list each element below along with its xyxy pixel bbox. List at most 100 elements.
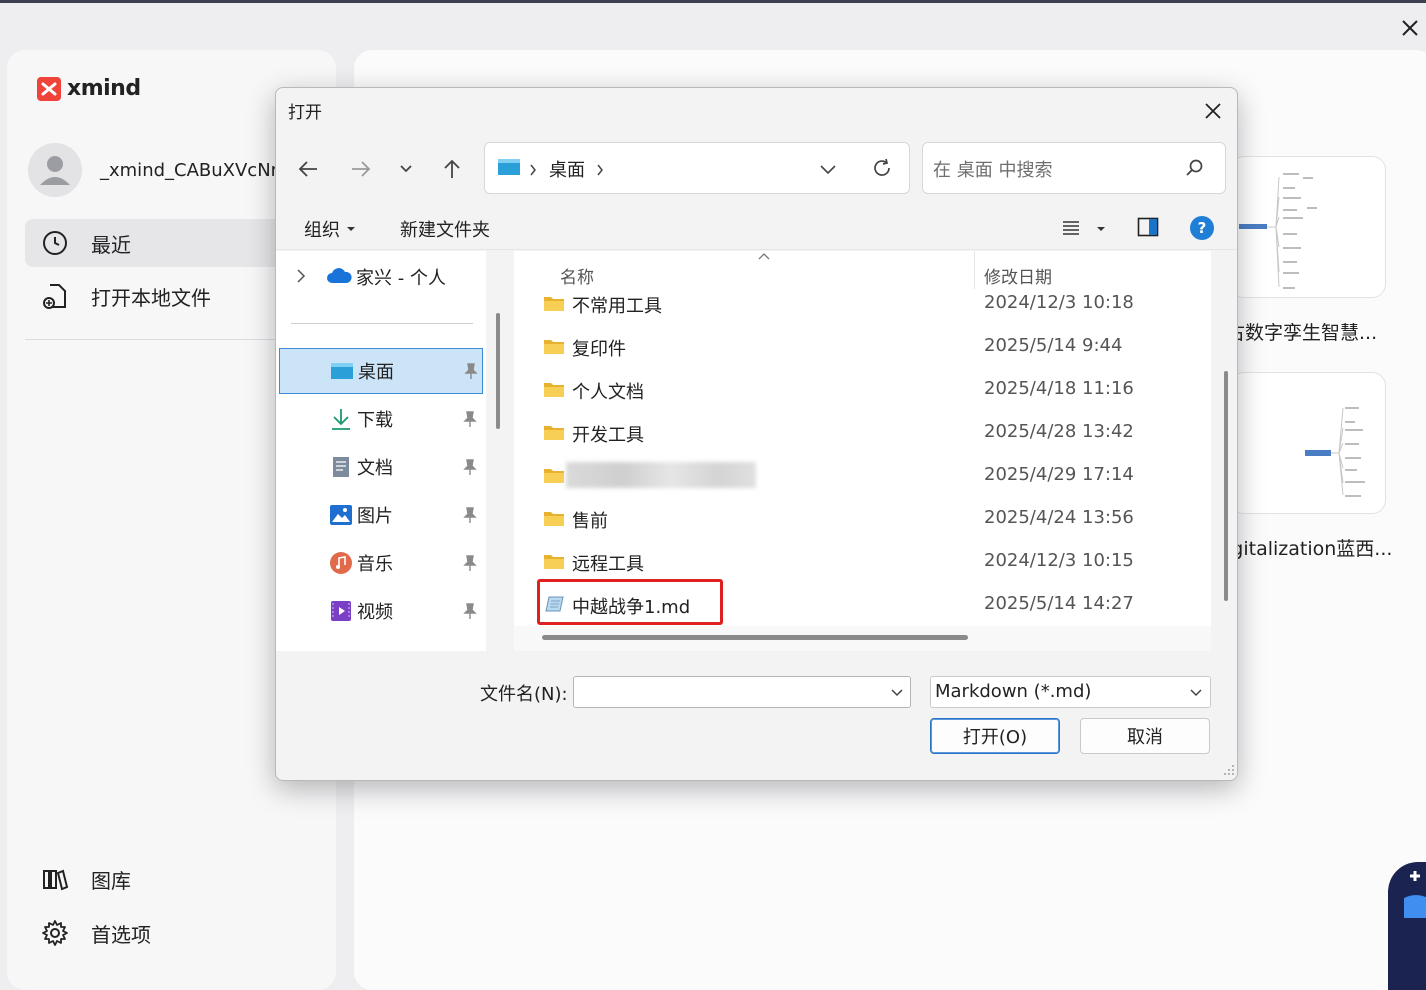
file-name: 远程工具 (572, 554, 644, 575)
nav-item-music[interactable]: 音乐 (279, 540, 483, 586)
caret-down-icon (347, 227, 355, 231)
username: _xmind_CABuXVcNr (100, 159, 279, 181)
preview-pane-icon[interactable] (1137, 217, 1159, 237)
open-file-icon (43, 284, 66, 309)
address-dropdown-icon[interactable] (819, 161, 837, 177)
xmind-logo-icon (37, 76, 61, 101)
command-bar: 组织 新建文件夹 ? (276, 206, 1237, 250)
recent-card-2[interactable] (1230, 372, 1386, 514)
file-modified-date: 2025/4/18 11:16 (984, 378, 1134, 399)
help-icon[interactable]: ? (1189, 215, 1215, 241)
breadcrumb-desktop[interactable]: 桌面 (549, 156, 585, 182)
filename-field[interactable] (578, 677, 878, 705)
sort-ascending-icon (758, 253, 770, 260)
file-modified-date: 2025/5/14 14:27 (984, 593, 1134, 614)
nav-item-documents[interactable]: 文档 (279, 444, 483, 490)
navigation-pane: 家兴 - 个人 桌面 下载 文档 图片 音乐 视频 (276, 251, 486, 651)
file-list-scrollbar[interactable] (1224, 371, 1228, 601)
back-button[interactable] (293, 154, 323, 184)
pin-icon[interactable] (464, 362, 478, 380)
chevron-down-icon[interactable] (890, 688, 904, 698)
file-name: 不常用工具 (572, 296, 662, 317)
recent-card-1[interactable] (1230, 156, 1386, 298)
folder-icon (544, 297, 564, 311)
nav-item-label: 视频 (357, 602, 393, 623)
redacted-name (566, 462, 756, 488)
refresh-icon[interactable] (871, 157, 893, 179)
nav-pane-scrollbar[interactable] (496, 313, 500, 429)
pin-icon[interactable] (463, 410, 477, 428)
new-folder-button[interactable]: 新建文件夹 (400, 216, 490, 242)
search-icon[interactable] (1185, 158, 1205, 178)
recent-locations-button[interactable] (391, 154, 421, 184)
filename-input[interactable] (573, 676, 911, 708)
assistant-avatar[interactable] (1388, 862, 1426, 990)
dialog-close-icon[interactable] (1200, 98, 1226, 124)
pictures-icon (330, 505, 352, 525)
pin-icon[interactable] (463, 506, 477, 524)
folder-row[interactable]: 开发工具 2025/4/28 13:42 (514, 413, 1211, 456)
folder-row[interactable]: 2025/4/29 17:14 (514, 456, 1211, 499)
filename-label: 文件名(N): (480, 684, 568, 705)
nav-item-videos[interactable]: 视频 (279, 588, 483, 634)
caret-down-icon[interactable] (1096, 225, 1106, 233)
up-button[interactable] (437, 154, 467, 184)
app-close-icon[interactable] (1396, 14, 1424, 42)
nav-item-pictures[interactable]: 图片 (279, 492, 483, 538)
organize-button[interactable]: 组织 (304, 216, 340, 242)
nav-library-label: 图库 (91, 868, 131, 893)
recent-card-1-title[interactable]: 古数字孪生智慧... (1226, 318, 1377, 345)
nav-item-label: 文档 (357, 458, 393, 479)
open-file-dialog: 打开 桌面 在 桌面 中搜索 组织 新建文件夹 ? 家兴 - 个人 桌面 下载 … (275, 87, 1238, 781)
recent-card-2-title[interactable]: igitalization蓝西... (1226, 534, 1392, 561)
folder-row[interactable]: 个人文档 2025/4/18 11:16 (514, 370, 1211, 413)
pin-icon[interactable] (463, 458, 477, 476)
address-bar[interactable]: 桌面 (484, 142, 910, 194)
nav-item-desktop[interactable]: 桌面 (279, 348, 483, 394)
folder-row[interactable]: 不常用工具 2024/12/3 10:18 (514, 284, 1211, 327)
file-modified-date: 2024/12/3 10:18 (984, 292, 1134, 313)
folder-icon (544, 383, 564, 397)
user-profile[interactable]: _xmind_CABuXVcNr (28, 143, 278, 197)
breadcrumb-chevron-icon[interactable] (596, 164, 604, 176)
resize-grip-icon[interactable] (1221, 764, 1235, 778)
xmind-logo: xmind (37, 76, 141, 101)
filetype-select[interactable]: Markdown (*.md) (930, 676, 1211, 708)
expand-chevron-icon[interactable] (296, 269, 306, 283)
file-modified-date: 2025/5/14 9:44 (984, 335, 1123, 356)
svg-text:?: ? (1198, 219, 1207, 237)
folder-icon (544, 426, 564, 440)
desktop-icon (498, 159, 520, 175)
file-modified-date: 2025/4/29 17:14 (984, 464, 1134, 485)
pin-icon[interactable] (463, 602, 477, 620)
nav-cloud-personal[interactable]: 家兴 - 个人 (356, 264, 446, 290)
gear-icon (42, 920, 68, 946)
view-list-icon[interactable] (1061, 218, 1081, 238)
library-icon (43, 869, 69, 891)
robot-icon (1404, 871, 1426, 918)
file-name: 售前 (572, 511, 608, 532)
open-button[interactable]: 打开(O) (930, 718, 1060, 754)
horizontal-scrollbar[interactable] (542, 635, 968, 640)
nav-preferences[interactable]: 首选项 (25, 909, 325, 957)
forward-button[interactable] (346, 154, 376, 184)
folder-row[interactable]: 复印件 2025/5/14 9:44 (514, 327, 1211, 370)
onedrive-cloud-icon (327, 268, 352, 283)
breadcrumb-chevron-icon (530, 164, 536, 176)
mindmap-thumbnail-icon (1305, 407, 1365, 497)
nav-item-downloads[interactable]: 下载 (279, 396, 483, 442)
nav-library[interactable]: 图库 (25, 855, 325, 903)
music-icon (330, 552, 352, 574)
folder-row[interactable]: 售前 2025/4/24 13:56 (514, 499, 1211, 542)
pin-icon[interactable] (463, 554, 477, 572)
cancel-button[interactable]: 取消 (1080, 718, 1210, 754)
video-icon (331, 601, 351, 621)
top-border (0, 0, 1426, 3)
search-box[interactable]: 在 桌面 中搜索 (922, 142, 1226, 194)
file-list: 名称 修改日期 不常用工具 2024/12/3 10:18 复印件 2025/5/14… (514, 251, 1211, 651)
file-name: 复印件 (572, 339, 626, 360)
mindmap-thumbnail-icon (1239, 173, 1317, 289)
nav-item-label: 下载 (357, 410, 393, 431)
logo-text: xmind (67, 76, 141, 101)
chevron-down-icon (1190, 689, 1202, 697)
